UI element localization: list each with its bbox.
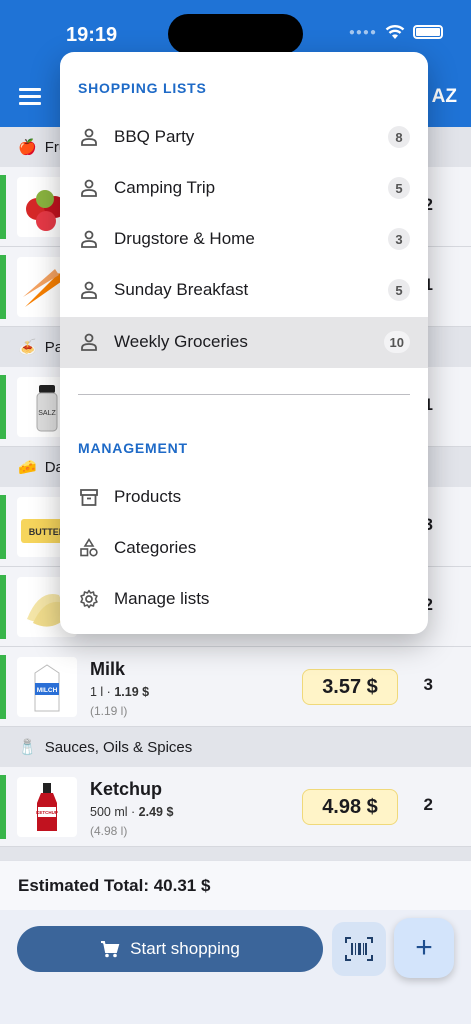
menu-item-label: Categories [114, 538, 197, 557]
sort-az-icon[interactable]: AZ [432, 86, 457, 108]
category-emoji: 🧀 [18, 459, 37, 476]
ketchup-label: KETCHUP [36, 810, 58, 815]
menu-categories[interactable]: Categories [60, 523, 428, 574]
person-icon [78, 126, 100, 148]
dynamic-island [168, 14, 303, 54]
item-size: 1 l · 1.19 $ [90, 685, 150, 699]
lists-menu: SHOPPING LISTS BBQ Party 8 Camping Trip … [60, 52, 428, 634]
person-icon [78, 177, 100, 199]
menu-divider [78, 394, 410, 395]
archive-icon [78, 486, 100, 508]
menu-item-label: Manage lists [114, 589, 210, 608]
bottom-bar: Start shopping + [0, 910, 471, 1024]
item-price[interactable]: 4.98 $ [302, 789, 398, 825]
start-shopping-label: Start shopping [130, 939, 240, 958]
battery-icon [413, 25, 443, 39]
estimated-total: Estimated Total: 40.31 $ [0, 860, 471, 910]
list-item-ketchup[interactable]: KETCHUP Ketchup 500 ml · 2.49 $ (4.98 l)… [0, 767, 471, 847]
cart-icon [101, 941, 120, 958]
menu-list-camping-trip[interactable]: Camping Trip 5 [60, 163, 428, 214]
in-cart-indicator [0, 375, 6, 439]
menu-list-label: Weekly Groceries [114, 332, 248, 351]
in-cart-indicator [0, 655, 6, 719]
menu-list-bbq-party[interactable]: BBQ Party 8 [60, 112, 428, 163]
category-header[interactable] [0, 847, 471, 860]
shopping-lists-header: SHOPPING LISTS [78, 80, 207, 96]
person-icon [78, 228, 100, 250]
item-price[interactable]: 3.57 $ [302, 669, 398, 705]
person-icon [78, 279, 100, 301]
menu-list-label: Sunday Breakfast [114, 280, 249, 299]
menu-list-drugstore-home[interactable]: Drugstore & Home 3 [60, 214, 428, 265]
milk-label: MILCH [37, 687, 58, 694]
menu-list-count: 10 [383, 331, 410, 353]
category-label: Sauces, Oils & Spices [44, 738, 193, 756]
list-item-milk[interactable]: MILCH Milk 1 l · 1.19 $ (1.19 l) 3.57 $ … [0, 647, 471, 727]
status-icons: ●●●● [349, 24, 443, 40]
person-icon [78, 331, 100, 353]
menu-list-label: BBQ Party [114, 127, 195, 146]
menu-list-label: Drugstore & Home [114, 229, 255, 248]
signal-icon: ●●●● [348, 26, 377, 38]
add-item-button[interactable]: + [394, 918, 454, 978]
menu-item-label: Products [114, 487, 182, 506]
item-size: 500 ml · 2.49 $ [90, 805, 174, 819]
category-header[interactable]: 🧂 Sauces, Oils & Spices [0, 727, 471, 767]
start-shopping-button[interactable]: Start shopping [17, 926, 323, 972]
item-name: Ketchup [90, 779, 162, 799]
item-quantity: 2 [423, 795, 433, 814]
menu-list-count: 8 [388, 126, 410, 148]
status-time: 19:19 [66, 24, 118, 46]
in-cart-indicator [0, 575, 6, 639]
item-name: Milk [90, 659, 126, 679]
menu-list-weekly-groceries[interactable]: Weekly Groceries 10 [60, 317, 428, 368]
menu-list-count: 3 [388, 228, 410, 250]
in-cart-indicator [0, 175, 6, 239]
category-emoji: 🧂 [18, 739, 37, 756]
barcode-scan-button[interactable] [332, 922, 386, 976]
hamburger-menu-icon[interactable] [19, 88, 41, 109]
item-unit-price: (4.98 l) [90, 824, 128, 838]
menu-list-label: Camping Trip [114, 178, 216, 197]
item-quantity: 3 [423, 675, 433, 694]
menu-list-count: 5 [388, 279, 410, 301]
in-cart-indicator [0, 495, 6, 559]
menu-products[interactable]: Products [60, 472, 428, 523]
shapes-icon [78, 537, 100, 559]
menu-list-sunday-breakfast[interactable]: Sunday Breakfast 5 [60, 265, 428, 316]
menu-list-count: 5 [388, 177, 410, 199]
category-emoji: 🍎 [18, 139, 37, 156]
ketchup-thumbnail: KETCHUP [17, 777, 77, 837]
gear-icon [78, 588, 100, 610]
in-cart-indicator [0, 255, 6, 319]
wifi-icon [385, 25, 405, 39]
in-cart-indicator [0, 775, 6, 839]
barcode-icon [345, 937, 373, 961]
management-header: MANAGEMENT [78, 440, 188, 456]
menu-manage-lists[interactable]: Manage lists [60, 574, 428, 625]
item-unit-price: (1.19 l) [90, 704, 128, 718]
category-emoji: 🍝 [18, 339, 37, 356]
milk-thumbnail: MILCH [17, 657, 77, 717]
salt-label: SALZ [38, 410, 56, 417]
